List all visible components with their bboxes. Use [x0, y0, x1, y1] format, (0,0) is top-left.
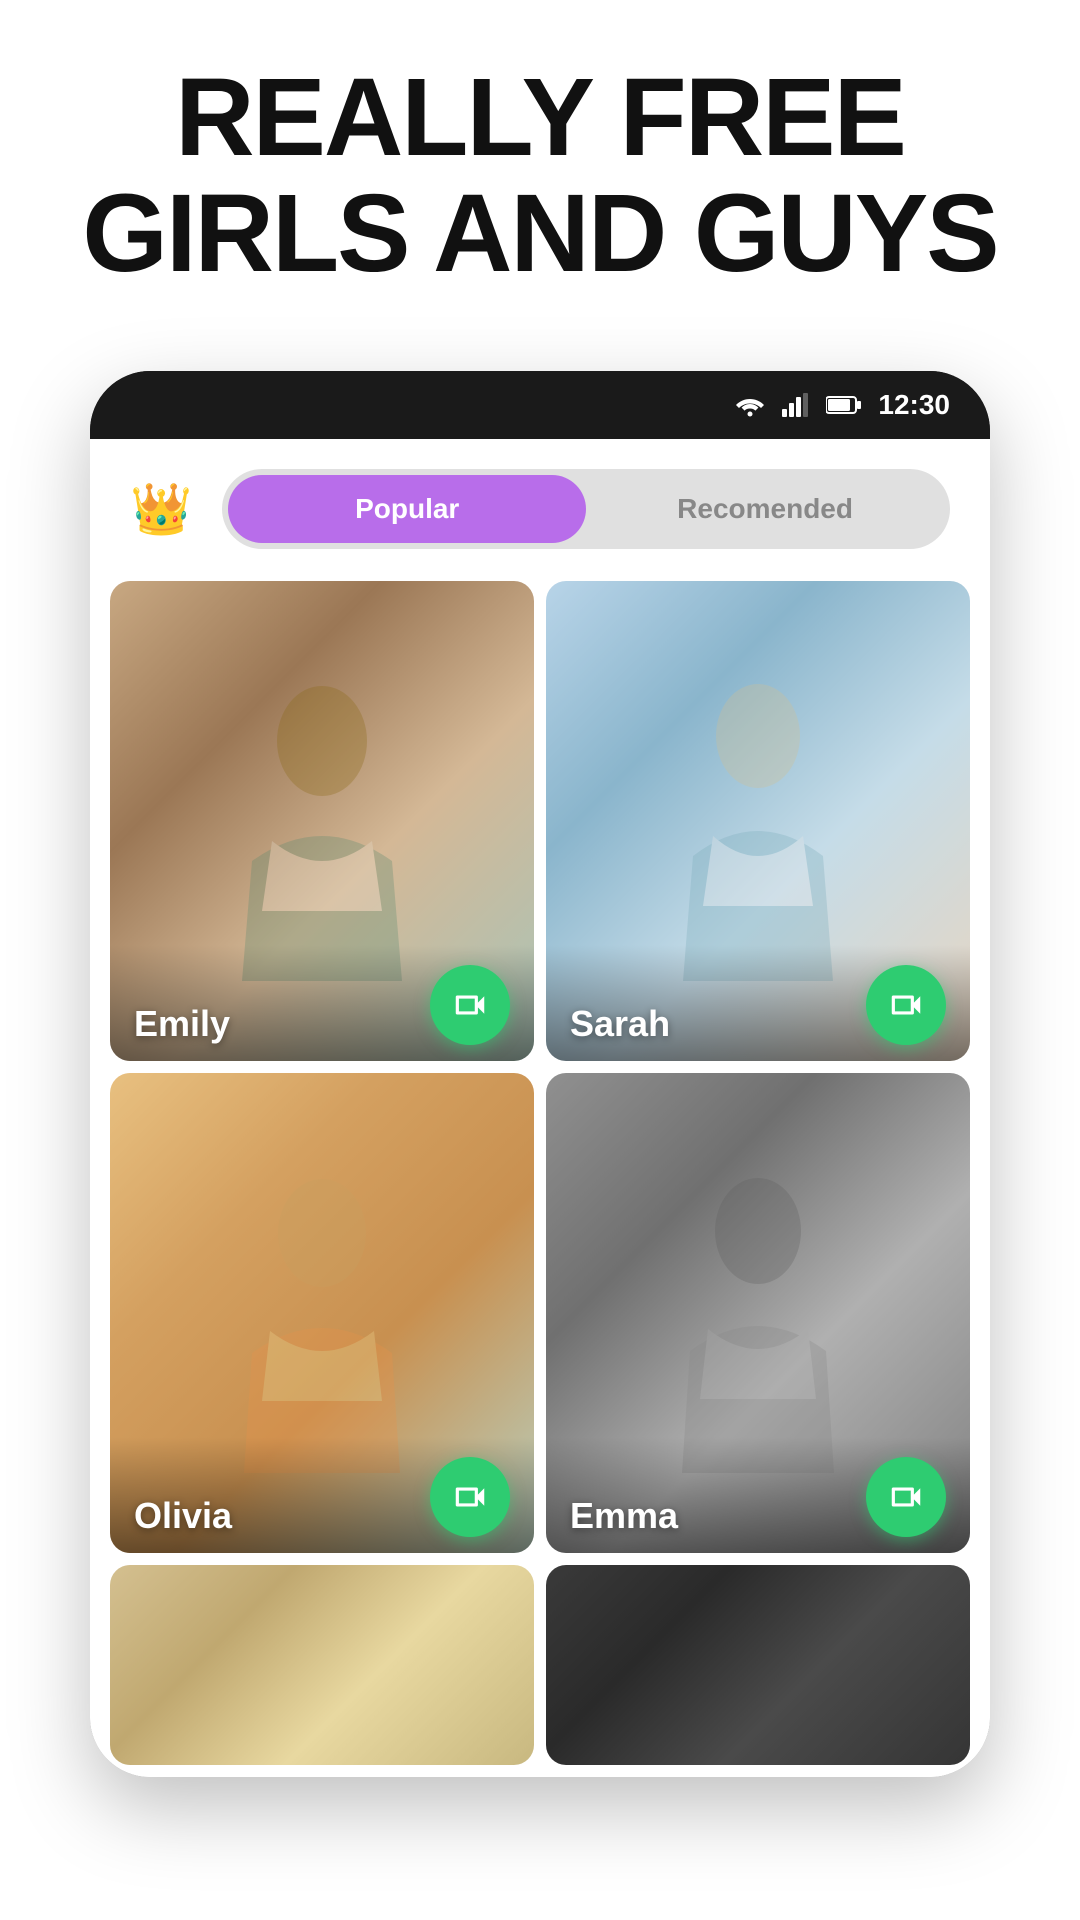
tab-popular[interactable]: Popular [228, 475, 586, 543]
battery-icon [826, 395, 862, 415]
emma-name: Emma [570, 1495, 678, 1537]
emma-video-btn[interactable] [866, 1457, 946, 1537]
status-time: 12:30 [878, 389, 950, 421]
sarah-overlay: Sarah [546, 945, 970, 1061]
sarah-name: Sarah [570, 1003, 670, 1045]
olivia-photo-placeholder [232, 1153, 412, 1473]
tab-recommended[interactable]: Recomended [586, 475, 944, 543]
phone-screen: 👑 Popular Recomended Emily [90, 439, 990, 1777]
emily-name: Emily [134, 1003, 230, 1045]
headline-line2: GIRLS AND GUYS [82, 172, 997, 295]
profile-card-sarah[interactable]: Sarah [546, 581, 970, 1061]
profile-card-5[interactable] [110, 1565, 534, 1765]
video-camera-icon [451, 986, 489, 1024]
profile-grid: Emily Sa [90, 569, 990, 1777]
emma-overlay: Emma [546, 1437, 970, 1553]
emily-photo-placeholder [232, 661, 412, 981]
profile-card-emily[interactable]: Emily [110, 581, 534, 1061]
emma-photo-placeholder [668, 1153, 848, 1473]
profile-card-olivia[interactable]: Olivia [110, 1073, 534, 1553]
signal-icon [782, 393, 810, 417]
profile-card-emma[interactable]: Emma [546, 1073, 970, 1553]
olivia-video-btn[interactable] [430, 1457, 510, 1537]
emily-video-btn[interactable] [430, 965, 510, 1045]
headline-line1: REALLY FREE [175, 56, 905, 179]
crown-icon: 👑 [130, 480, 192, 539]
sarah-video-btn[interactable] [866, 965, 946, 1045]
video-camera-icon-sarah [887, 986, 925, 1024]
olivia-name: Olivia [134, 1495, 232, 1537]
status-bar: 12:30 [90, 371, 990, 439]
olivia-overlay: Olivia [110, 1437, 534, 1553]
video-camera-icon-emma [887, 1478, 925, 1516]
wifi-icon [734, 393, 766, 417]
app-header: 👑 Popular Recomended [90, 439, 990, 569]
profile-card-6[interactable] [546, 1565, 970, 1765]
sarah-photo-placeholder [668, 661, 848, 981]
emily-overlay: Emily [110, 945, 534, 1061]
phone-mockup: 12:30 👑 Popular Recomended [90, 371, 990, 1777]
tab-container: Popular Recomended [222, 469, 950, 549]
main-headline: REALLY FREE GIRLS AND GUYS [22, 60, 1057, 291]
video-camera-icon-olivia [451, 1478, 489, 1516]
